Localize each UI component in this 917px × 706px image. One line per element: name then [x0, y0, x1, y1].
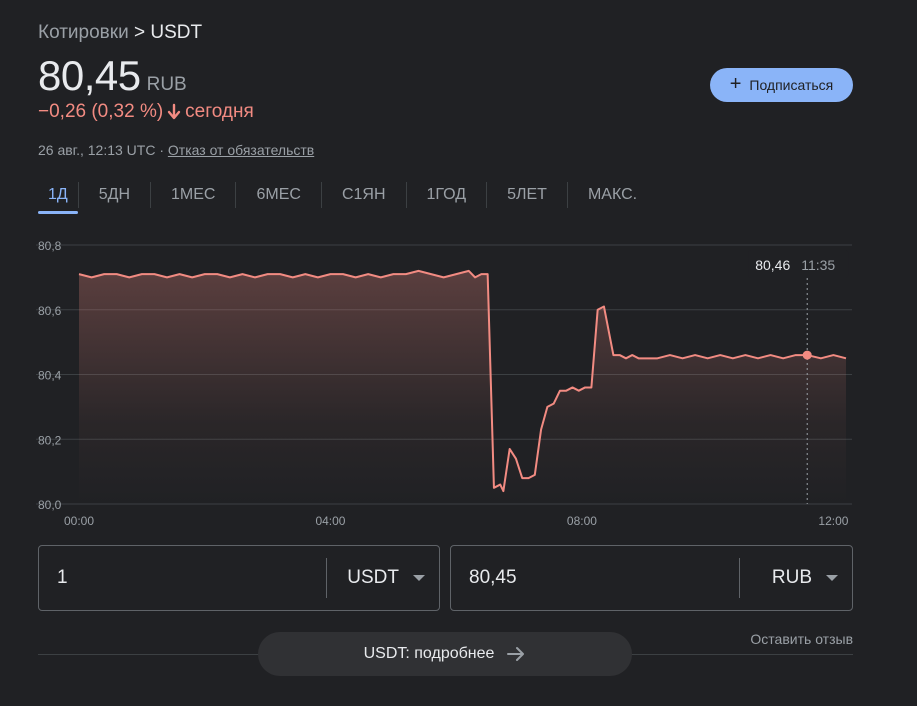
y-tick-label: 80,0 [38, 498, 62, 512]
timestamp: 26 авг., 12:13 UTC · [38, 142, 164, 158]
price-chart[interactable]: 80,0 80,2 80,4 80,6 80,8 00:00 04:00 08:00 12:00… [0, 230, 917, 530]
breadcrumb: Котировки > USDT [38, 22, 202, 44]
subscribe-button[interactable]: + Подписаться [710, 68, 853, 102]
x-tick-label: 12:00 [818, 514, 848, 528]
from-amount-input[interactable]: 1 [39, 567, 326, 589]
tab-max[interactable]: МАКС. [568, 180, 657, 210]
tooltip-time: 11:35 [801, 257, 835, 273]
hover-point [802, 350, 812, 360]
to-currency-label: RUB [771, 567, 812, 588]
subscribe-label: Подписаться [749, 77, 834, 93]
change-period: сегодня [185, 101, 254, 122]
from-currency-label: USDT [347, 567, 399, 588]
tab-6m[interactable]: 6МЕС [236, 180, 320, 210]
tab-1m[interactable]: 1МЕС [151, 180, 235, 210]
plus-icon: + [729, 73, 742, 95]
more-info-label: USDT: подробнее [363, 645, 495, 662]
y-tick-label: 80,2 [38, 433, 62, 447]
more-info-button[interactable]: USDT: подробнее [258, 632, 632, 676]
tab-5y[interactable]: 5ЛЕТ [487, 180, 567, 210]
to-amount-input[interactable]: 80,45 [451, 567, 739, 589]
converter-from: 1 USDT [38, 545, 440, 611]
series-area [79, 270, 846, 504]
converter-to: 80,45 RUB [450, 545, 853, 611]
tab-1y[interactable]: 1ГОД [407, 180, 487, 210]
x-tick-label: 08:00 [567, 514, 597, 528]
breadcrumb-parent[interactable]: Котировки [38, 22, 129, 43]
feedback-link[interactable]: Оставить отзыв [750, 631, 853, 647]
x-tick-label: 00:00 [64, 514, 94, 528]
tab-5d[interactable]: 5ДН [79, 180, 150, 210]
tooltip-value: 80,46 [755, 257, 790, 273]
price-change: −0,26 (0,32 %) сегодня [38, 101, 254, 123]
price-display: 80,45 RUB [38, 52, 187, 100]
breadcrumb-separator: > [133, 22, 146, 43]
change-value: −0,26 (0,32 %) [38, 101, 164, 122]
tab-ytd[interactable]: С1ЯН [322, 180, 406, 210]
y-tick-label: 80,8 [38, 239, 62, 253]
arrow-right-icon [507, 647, 525, 661]
breadcrumb-current: USDT [150, 22, 203, 43]
caret-down-icon [413, 575, 425, 581]
tab-1d[interactable]: 1Д [38, 180, 78, 214]
x-tick-label: 04:00 [315, 514, 345, 528]
meta-line: 26 авг., 12:13 UTC · Отказ от обязательс… [38, 142, 314, 158]
from-currency-select[interactable]: USDT [327, 567, 439, 589]
range-tabs: 1Д 5ДН 1МЕС 6МЕС С1ЯН 1ГОД 5ЛЕТ МАКС. [38, 178, 657, 214]
y-tick-label: 80,4 [38, 369, 62, 383]
y-tick-label: 80,6 [38, 304, 62, 318]
disclaimer-link[interactable]: Отказ от обязательств [168, 142, 314, 158]
price-value: 80,45 [38, 52, 141, 99]
to-currency-select[interactable]: RUB [740, 567, 852, 589]
price-currency: RUB [146, 74, 187, 95]
caret-down-icon [826, 575, 838, 581]
arrow-down-icon [167, 103, 181, 120]
